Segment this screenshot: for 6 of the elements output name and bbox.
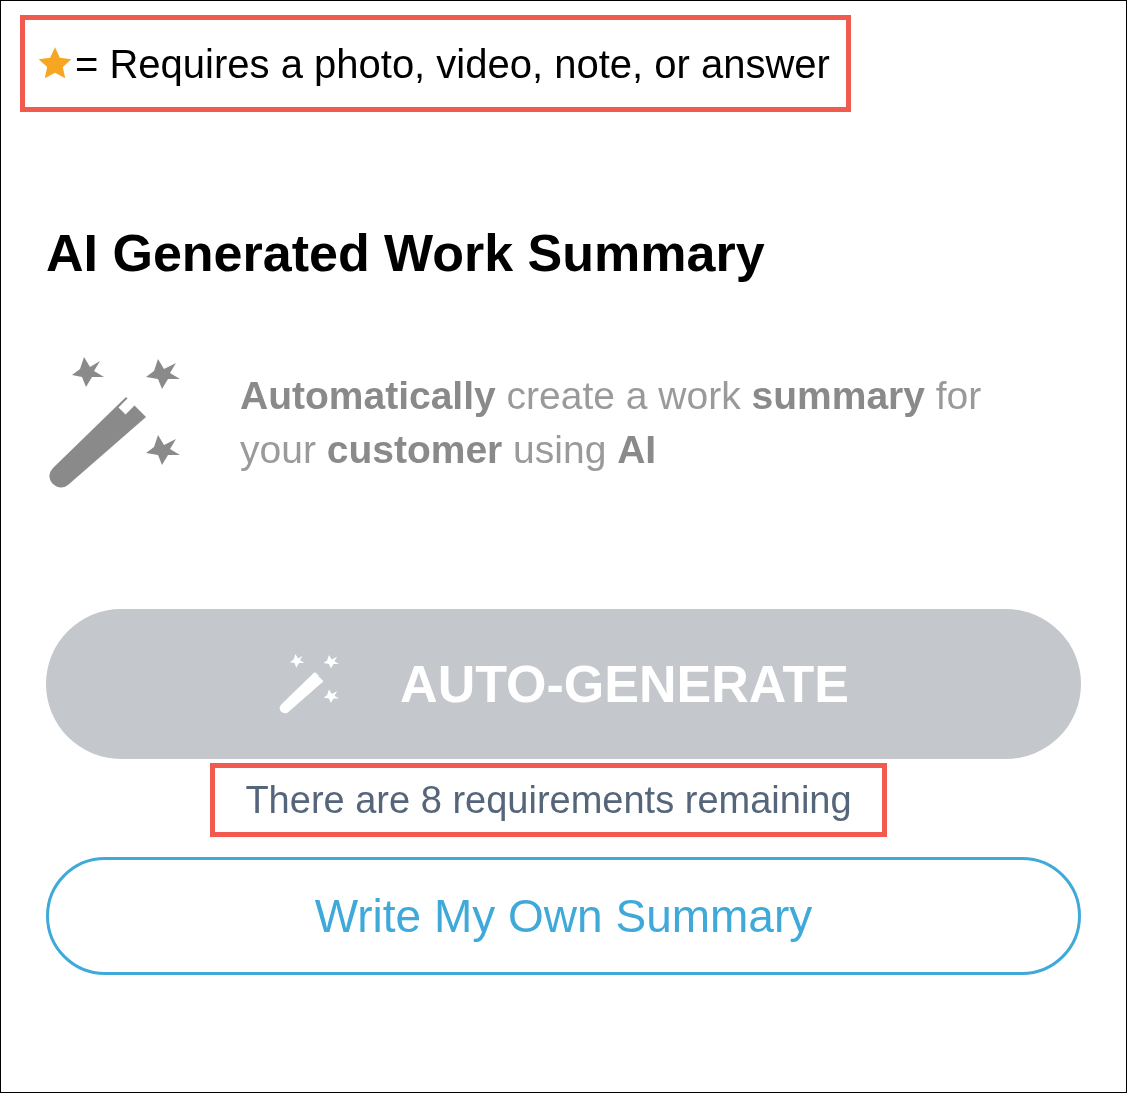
write-summary-button[interactable]: Write My Own Summary <box>46 857 1081 975</box>
magic-wand-icon <box>46 357 182 489</box>
description-text: Automatically create a work summary for your customer using AI <box>240 373 983 473</box>
legend-text: = Requires a photo, video, note, or answer <box>75 40 830 88</box>
magic-wand-icon <box>278 654 341 714</box>
requirements-text: There are 8 requirements remaining <box>245 777 852 823</box>
